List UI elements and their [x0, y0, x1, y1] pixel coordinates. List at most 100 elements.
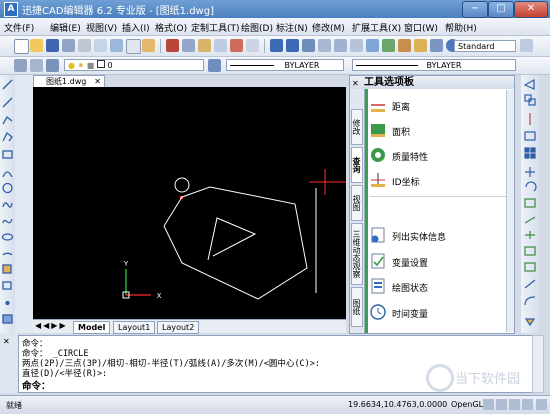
copy-clip-icon[interactable]: [230, 39, 243, 52]
osnap-icon[interactable]: [522, 399, 533, 410]
erase-icon: [523, 78, 535, 90]
markup-icon[interactable]: [430, 39, 443, 52]
array-icon: [524, 147, 530, 153]
drawn-polyline[interactable]: [163, 186, 308, 300]
ucs-x-label: X: [157, 292, 162, 300]
stretch-icon: [524, 216, 536, 224]
properties-icon[interactable]: [366, 39, 379, 52]
open-folder-icon[interactable]: [30, 39, 43, 52]
zoom-realtime-icon[interactable]: [318, 39, 331, 52]
tab-layout2[interactable]: Layout2: [157, 321, 200, 334]
ucs-y-label: Y: [123, 260, 129, 268]
cut-icon[interactable]: [166, 39, 179, 52]
menu-insert[interactable]: 插入(I): [122, 21, 150, 34]
layer-manager-icon[interactable]: [14, 59, 27, 72]
zoom-window-icon[interactable]: [334, 39, 347, 52]
palette-tab-3d-orbit[interactable]: 三维动态观察: [351, 223, 363, 285]
tab-nav-arrows[interactable]: ◀◀▶▶: [35, 321, 68, 330]
coordinate-readout: 19.6634,10.4763,0.0000: [348, 400, 448, 409]
spellcheck-icon[interactable]: [126, 39, 141, 54]
menu-bar: 文件(F) 编辑(E) 视图(V) 插入(I) 格式(O) 定制工具(T) 绘图…: [0, 18, 550, 36]
drawn-inner-lines[interactable]: [207, 217, 257, 261]
dim-style-icon[interactable]: [520, 39, 533, 52]
menu-help[interactable]: 帮助(H): [445, 21, 477, 34]
tab-layout1[interactable]: Layout1: [113, 321, 156, 334]
menu-window[interactable]: 窗口(W): [404, 21, 438, 34]
sheet-set-icon[interactable]: [414, 39, 427, 52]
menu-extended-tools[interactable]: 扩展工具(X): [352, 21, 401, 34]
paste-special-icon[interactable]: [214, 39, 227, 52]
break-icon: [524, 262, 536, 272]
layout-tab-bar: ◀◀▶▶ Model Layout1 Layout2: [33, 319, 346, 334]
match-properties-icon[interactable]: [142, 39, 155, 52]
command-grip[interactable]: ✕: [0, 333, 18, 393]
extend-icon: [524, 246, 536, 256]
tool-palettes-icon[interactable]: [398, 39, 411, 52]
command-scrollbar[interactable]: [532, 335, 544, 393]
document-tab[interactable]: 图纸1.dwg ✕: [33, 75, 105, 87]
palette-tab-query[interactable]: 查询: [351, 147, 363, 183]
layer-previous-icon[interactable]: [46, 59, 59, 72]
command-close-icon[interactable]: ✕: [3, 337, 10, 346]
menu-format[interactable]: 格式(O): [155, 21, 187, 34]
explode-icon: [524, 318, 536, 327]
menu-dimension[interactable]: 标注(N): [276, 21, 308, 34]
layer-state-icon[interactable]: [30, 59, 43, 72]
copy-icon[interactable]: [182, 39, 195, 52]
palette-tab-drawing[interactable]: 图纸: [351, 287, 363, 327]
command-prompt[interactable]: 命令：: [22, 378, 51, 392]
point-icon: [5, 300, 10, 306]
color-swatch-icon: [96, 60, 105, 68]
palette-item-label: 质量特性: [392, 153, 429, 163]
window-title: 迅捷CAD编辑器 6.2 专业版 - [图纸1.dwg]: [22, 6, 214, 17]
side-strip: [15, 75, 33, 333]
print-icon[interactable]: [78, 39, 91, 52]
palette-scrollbar[interactable]: [506, 90, 514, 332]
print-preview-icon[interactable]: [94, 39, 107, 52]
drawing-canvas[interactable]: Y X: [33, 87, 346, 319]
linetype-select[interactable]: BYLAYER: [226, 59, 344, 71]
close-button[interactable]: ✕: [514, 1, 548, 18]
snap-icon[interactable]: [483, 399, 494, 410]
save-icon[interactable]: [46, 39, 59, 52]
lineweight-select[interactable]: BYLAYER: [352, 59, 516, 71]
make-current-icon[interactable]: [208, 59, 221, 72]
palette-divider: [370, 196, 510, 197]
publish-icon[interactable]: [110, 39, 123, 52]
save-as-icon[interactable]: [62, 39, 75, 52]
palette-tab-view[interactable]: 视图: [351, 185, 363, 221]
minimize-button[interactable]: −: [462, 1, 488, 18]
new-file-icon[interactable]: [14, 39, 29, 54]
standard-toolbar: Standard: [0, 36, 550, 57]
revision-cloud-icon: [2, 202, 13, 208]
layer-select[interactable]: ● ✷ ■ 0: [64, 59, 204, 71]
menu-file[interactable]: 文件(F): [4, 21, 34, 34]
scale-icon: [524, 198, 536, 208]
menu-view[interactable]: 视图(V): [86, 21, 117, 34]
menu-draw[interactable]: 绘图(D): [241, 21, 273, 34]
undo-icon[interactable]: [270, 39, 283, 52]
rotate-icon: [525, 181, 537, 192]
menu-customize-tools[interactable]: 定制工具(T): [191, 21, 240, 34]
zoom-previous-icon[interactable]: [350, 39, 363, 52]
maximize-button[interactable]: □: [488, 1, 514, 18]
tab-model[interactable]: Model: [73, 321, 111, 334]
renderer-label: OpenGL: [451, 400, 484, 409]
paste-icon[interactable]: [198, 39, 211, 52]
menu-modify[interactable]: 修改(M): [312, 21, 345, 34]
pan-icon[interactable]: [302, 39, 315, 52]
drawn-circle[interactable]: [174, 177, 190, 193]
hatch-icon: [2, 314, 13, 324]
grid-icon[interactable]: [496, 399, 507, 410]
menu-edit[interactable]: 编辑(E): [50, 21, 81, 34]
tool-palette: ✕ 工具选项板 修改 查询 视图 三维动态观察 图纸 距离 面积 质量特性 ID…: [349, 75, 515, 334]
clipboard-icon[interactable]: [246, 39, 259, 52]
lineweight-toggle-icon[interactable]: [536, 399, 547, 410]
palette-tab-modify[interactable]: 修改: [351, 109, 363, 145]
ortho-icon[interactable]: [509, 399, 520, 410]
palette-title: 工具选项板: [364, 77, 414, 88]
design-center-icon[interactable]: [382, 39, 395, 52]
redo-icon[interactable]: [286, 39, 299, 52]
polyline-icon: [2, 116, 13, 125]
text-style-select[interactable]: Standard: [454, 40, 516, 52]
